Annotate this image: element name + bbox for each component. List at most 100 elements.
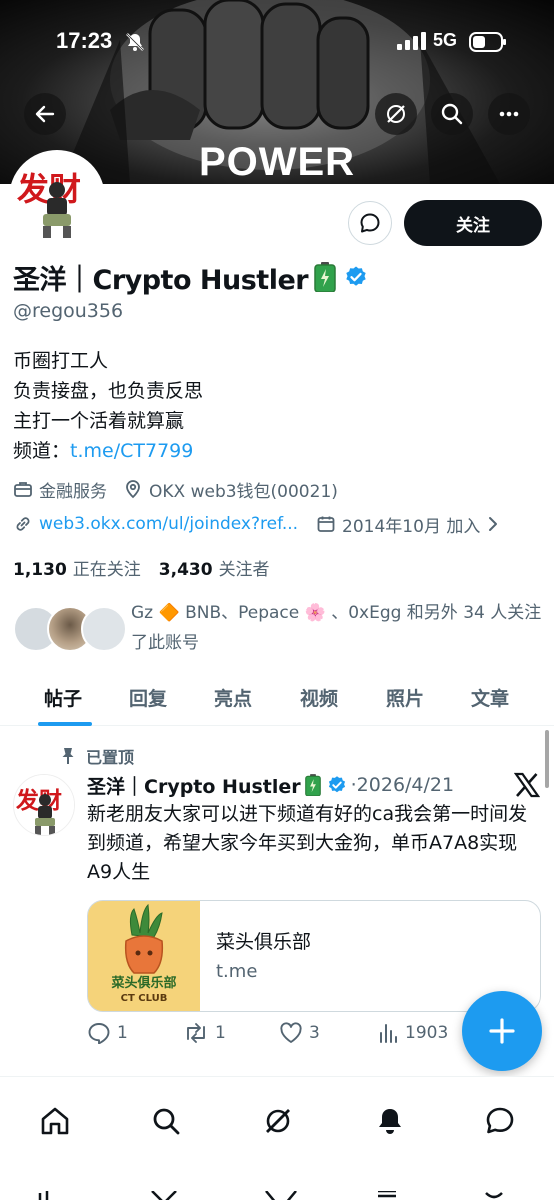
profile-joined: 2014年10月 加入 (342, 516, 481, 537)
back-arrow-icon (35, 105, 55, 123)
tab-highlights[interactable]: 亮点 (214, 684, 252, 711)
followers-link[interactable]: 3,430 关注者 (159, 555, 270, 580)
grok-button[interactable] (375, 93, 417, 135)
pin-icon (62, 748, 74, 764)
battery-icon (469, 32, 507, 56)
display-name: 圣洋｜Crypto Hustler (13, 264, 309, 296)
tweet-author[interactable]: 圣洋｜Crypto Hustler (87, 772, 301, 799)
following-link[interactable]: 1,130 正在关注 (13, 555, 141, 580)
avatar-image: 发财 (13, 154, 101, 242)
card-image: 菜头俱乐部 CT CLUB (88, 901, 200, 1011)
network-type: 5G (433, 30, 458, 50)
like-button[interactable]: 3 (279, 1022, 320, 1044)
repost-count: 1 (215, 1023, 226, 1043)
compose-button[interactable] (462, 991, 542, 1071)
back-button[interactable] (24, 93, 66, 135)
card-image-title: 菜头俱乐部 (110, 975, 176, 991)
reply-icon (88, 1023, 110, 1044)
partial-next-row (0, 1188, 554, 1200)
nav-messages[interactable] (480, 1101, 520, 1141)
bio-channel-link[interactable]: t.me/CT7799 (70, 440, 193, 462)
briefcase-icon (13, 479, 33, 499)
tab-replies[interactable]: 回复 (129, 684, 167, 711)
calendar-icon (316, 514, 336, 534)
known-followers-text: Gz 🔶 BNB、Pepace 🌸 、0xEgg 和另外 34 人关注了此账号 (131, 603, 542, 653)
like-icon (280, 1022, 302, 1043)
tweet-header: 圣洋｜Crypto Hustler ·2026/4/21 (87, 770, 454, 800)
status-bar: 17:23 5G (0, 28, 554, 56)
tweet-avatar-image: 发财 (14, 775, 74, 835)
bio-line: 币圈打工人 (13, 350, 109, 372)
search-button[interactable] (431, 93, 473, 135)
repost-button[interactable]: 1 (183, 1022, 226, 1044)
home-icon (41, 1107, 69, 1135)
message-icon (360, 213, 380, 233)
pinned-label: 已置顶 (86, 748, 135, 767)
tweet-avatar[interactable]: 发财 (13, 774, 75, 836)
more-icon (499, 111, 519, 117)
views-count: 1903 (405, 1023, 449, 1043)
profile-website-link[interactable]: web3.okx.com/ul/joindex?ref... (39, 514, 298, 534)
x-logo-icon (513, 772, 541, 802)
grok-icon (387, 105, 405, 123)
tab-posts[interactable]: 帖子 (44, 684, 82, 711)
follow-counts: 1,130 正在关注 3,430 关注者 (13, 554, 270, 580)
views-button[interactable]: 1903 (377, 1022, 448, 1044)
profile-meta-row-2: web3.okx.com/ul/joindex?ref... 2014年10月 … (13, 511, 506, 537)
known-follower-avatar (81, 606, 127, 652)
tab-articles[interactable]: 文章 (471, 684, 509, 711)
notifications-icon (379, 1109, 401, 1134)
bio-channel-label: 频道： (13, 440, 71, 462)
card-domain: t.me (216, 961, 258, 982)
profile-bio: 币圈打工人 负责接盘，也负责反思 主打一个活着就算赢 频道：t.me/CT779… (13, 346, 203, 466)
pinned-indicator: 已置顶 (60, 744, 134, 768)
profile-location: OKX web3钱包(00021) (149, 481, 338, 502)
nav-grok[interactable] (258, 1101, 298, 1141)
followers-label: 关注者 (218, 559, 270, 580)
card-image-subtitle: CT CLUB (121, 993, 168, 1004)
message-button[interactable] (348, 201, 392, 245)
bottom-nav (0, 1077, 554, 1200)
following-label: 正在关注 (72, 559, 141, 580)
carrot-logo: 菜头俱乐部 CT CLUB (88, 901, 200, 1011)
tweet-date[interactable]: ·2026/4/21 (351, 774, 454, 796)
active-tab-indicator (38, 722, 92, 726)
battery-emoji-icon (314, 262, 336, 292)
nav-home[interactable] (35, 1101, 75, 1141)
tab-videos[interactable]: 视频 (300, 684, 338, 711)
followers-count: 3,430 (158, 559, 213, 580)
bio-line: 负责接盘，也负责反思 (13, 380, 204, 402)
following-count: 1,130 (13, 559, 67, 580)
compose-plus-icon (489, 1018, 515, 1044)
display-name-row: 圣洋｜Crypto Hustler (13, 256, 368, 298)
profile-avatar[interactable]: 发财 (9, 150, 105, 246)
location-pin-icon (123, 479, 143, 499)
status-time: 17:23 (56, 28, 113, 53)
scrollbar[interactable] (545, 730, 549, 788)
reply-count: 1 (117, 1023, 128, 1043)
tab-photos[interactable]: 照片 (386, 684, 424, 711)
verified-badge-icon[interactable] (344, 265, 368, 289)
messages-icon (486, 1107, 514, 1134)
battery-emoji-icon (304, 774, 321, 796)
bell-off-icon (124, 31, 146, 57)
search-icon (441, 103, 463, 125)
profile-tabs: 帖子 回复 亮点 视频 照片 文章 (0, 670, 554, 726)
known-followers[interactable]: Gz 🔶 BNB、Pepace 🌸 、0xEgg 和另外 34 人关注了此账号 (13, 598, 543, 658)
follow-button[interactable]: 关注 (404, 200, 542, 246)
views-icon (380, 1024, 397, 1043)
explore-icon (153, 1108, 180, 1135)
bio-line: 主打一个活着就算赢 (13, 410, 185, 432)
profile-category[interactable]: 金融服务 (39, 477, 107, 502)
chevron-right-icon[interactable] (486, 515, 500, 533)
reply-button[interactable]: 1 (87, 1022, 128, 1044)
link-card[interactable]: 菜头俱乐部 CT CLUB 菜头俱乐部 t.me (87, 900, 541, 1012)
repost-icon (187, 1023, 205, 1043)
more-button[interactable] (488, 93, 530, 135)
profile-meta-row: 金融服务 OKX web3钱包(00021) (13, 476, 338, 502)
nav-notifications[interactable] (370, 1101, 410, 1141)
verified-badge-icon (327, 775, 347, 795)
profile-handle: @regou356 (13, 300, 124, 322)
nav-explore[interactable] (146, 1101, 186, 1141)
tweet-text: 新老朋友大家可以进下频道有好的ca我会第一时间发到频道，希望大家今年买到大金狗，… (87, 803, 528, 883)
